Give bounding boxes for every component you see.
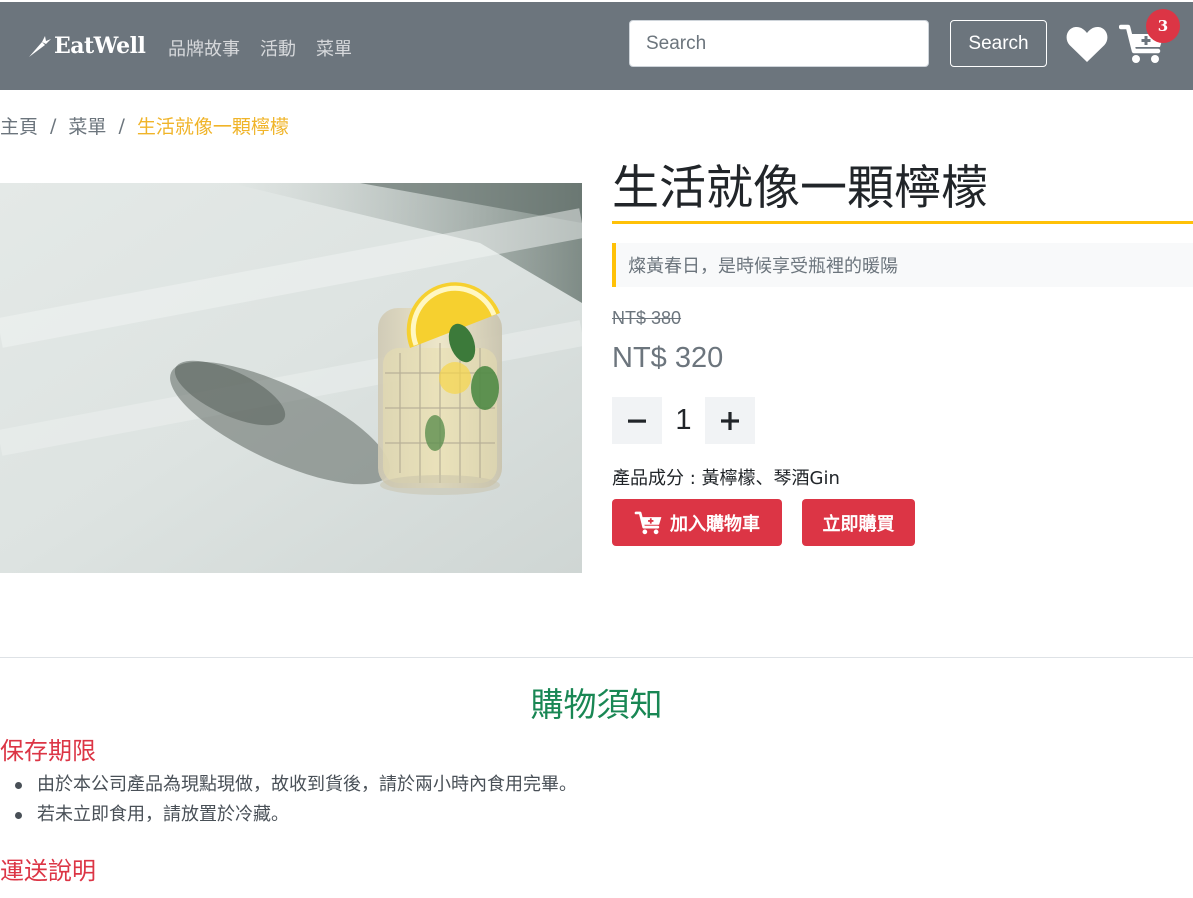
plus-icon <box>721 411 739 430</box>
add-to-cart-button[interactable]: 加入購物車 <box>612 499 782 546</box>
search-button[interactable]: Search <box>950 20 1047 67</box>
breadcrumb-current: 生活就像一顆檸檬 <box>136 116 289 138</box>
sale-price: NT$ 320 <box>612 342 724 374</box>
original-price: NT$ 380 <box>612 308 682 328</box>
search-input[interactable] <box>629 20 929 67</box>
nav-links: 品牌故事 活動 菜單 <box>168 35 352 61</box>
buy-now-button[interactable]: 立即購買 <box>802 499 915 546</box>
breadcrumb-home[interactable]: 主頁 <box>0 112 38 139</box>
section-divider <box>0 657 1193 658</box>
breadcrumb: 主頁 / 菜單 / 生活就像一顆檸檬 <box>0 112 289 139</box>
shelf-life-list: 由於本公司產品為現點現做，故收到貨後，請於兩小時內食用完畢。 若未立即食用，請放… <box>0 770 577 830</box>
list-item: 若未立即食用，請放置於冷藏。 <box>0 800 577 830</box>
shelf-life-heading: 保存期限 <box>0 737 96 765</box>
carrot-icon <box>29 36 51 57</box>
list-item: 由於本公司產品為現點現做，故收到貨後，請於兩小時內食用完畢。 <box>0 770 577 800</box>
shopping-notice-title: 購物須知 <box>530 685 663 724</box>
minus-icon <box>628 419 646 423</box>
breadcrumb-separator: / <box>50 114 57 137</box>
brand-name: EatWell <box>54 33 146 59</box>
quantity-decrease-button[interactable] <box>612 397 662 444</box>
nav-link-brand-story[interactable]: 品牌故事 <box>168 35 240 61</box>
cart-plus-icon <box>634 511 662 534</box>
breadcrumb-menu[interactable]: 菜單 <box>68 112 106 139</box>
product-image <box>0 183 582 573</box>
heart-icon[interactable] <box>1065 24 1109 68</box>
nav-link-events[interactable]: 活動 <box>260 35 296 61</box>
cart-count-badge: 3 <box>1146 9 1180 43</box>
shipping-heading: 運送說明 <box>0 857 96 885</box>
product-subtitle: 燦黃春日，是時候享受瓶裡的暖陽 <box>612 243 1193 287</box>
product-ingredients: 產品成分 : 黃檸檬、琴酒Gin <box>612 468 840 489</box>
breadcrumb-separator: / <box>118 114 125 137</box>
product-subtitle-text: 燦黃春日，是時候享受瓶裡的暖陽 <box>628 256 898 277</box>
quantity-value[interactable]: 1 <box>662 397 705 444</box>
add-to-cart-label: 加入購物車 <box>670 513 760 535</box>
quantity-increase-button[interactable] <box>705 397 755 444</box>
product-title: 生活就像一顆檸檬 <box>612 160 1193 224</box>
nav-link-menu[interactable]: 菜單 <box>316 35 352 61</box>
brand-logo[interactable]: EatWell <box>26 33 146 59</box>
